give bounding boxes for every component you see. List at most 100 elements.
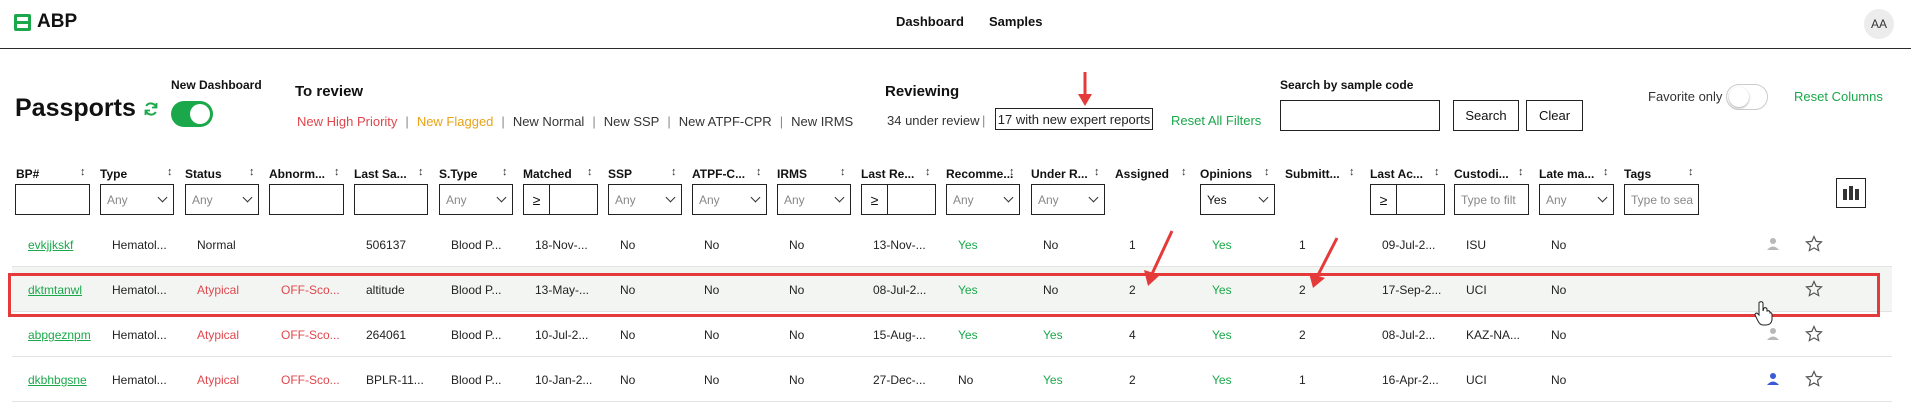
person-icon[interactable]	[1766, 327, 1780, 341]
user-avatar[interactable]: AA	[1864, 9, 1894, 39]
column-header-atpf-cpr[interactable]: ATPF-C...	[692, 167, 745, 181]
review-link-normal[interactable]: New Normal	[513, 114, 585, 129]
filter-atpf-select[interactable]: Any	[692, 184, 767, 215]
sort-icon[interactable]: ↕	[80, 166, 86, 178]
column-header-ssp[interactable]: SSP	[608, 167, 632, 181]
filter-recommend-select[interactable]: Any	[946, 184, 1020, 215]
sort-icon[interactable]: ↕	[167, 166, 173, 178]
column-header-under-review[interactable]: Under R...	[1031, 167, 1088, 181]
ge-operator[interactable]: ≥	[1371, 185, 1397, 214]
filter-status-select[interactable]: Any	[185, 184, 259, 215]
star-icon[interactable]	[1805, 280, 1823, 298]
bp-link[interactable]: evkjjkskf	[28, 238, 73, 252]
refresh-icon[interactable]	[143, 101, 159, 117]
filter-matched-date[interactable]: ≥	[523, 184, 598, 215]
person-icon[interactable]	[1766, 372, 1780, 386]
star-icon[interactable]	[1805, 235, 1823, 253]
review-link-atpf-cpr[interactable]: New ATPF-CPR	[679, 114, 772, 129]
column-header-assigned[interactable]: Assigned	[1115, 167, 1169, 181]
sort-icon[interactable]: ↕	[334, 166, 340, 178]
filter-custodian-input[interactable]: Type to filt	[1454, 184, 1529, 215]
filter-irms-select[interactable]: Any	[777, 184, 851, 215]
filter-type-select[interactable]: Any	[100, 184, 174, 215]
column-header-abnormal[interactable]: Abnorm...	[269, 167, 325, 181]
column-header-opinions[interactable]: Opinions	[1200, 167, 1252, 181]
under-review-link[interactable]: 34 under review	[887, 113, 980, 128]
sort-icon[interactable]: ↕	[1434, 166, 1440, 178]
reset-columns-link[interactable]: Reset Columns	[1794, 89, 1883, 104]
column-header-stype[interactable]: S.Type	[439, 167, 477, 181]
sort-icon[interactable]: ↕	[840, 166, 846, 178]
cell-last-review: 15-Aug-...	[873, 328, 926, 342]
column-header-last-review[interactable]: Last Re...	[861, 167, 914, 181]
filter-tags-input[interactable]: Type to sea	[1624, 184, 1699, 215]
reset-all-filters-link[interactable]: Reset All Filters	[1171, 113, 1261, 128]
column-header-recommend[interactable]: Recomme...	[946, 167, 1013, 181]
sort-icon[interactable]: ↕	[1094, 166, 1100, 178]
column-header-matched[interactable]: Matched	[523, 167, 572, 181]
review-link-ssp[interactable]: New SSP	[604, 114, 660, 129]
expert-reports-link[interactable]: 17 with new expert reports	[995, 108, 1153, 130]
star-icon[interactable]	[1805, 325, 1823, 343]
sort-icon[interactable]: ↕	[1603, 166, 1609, 178]
filter-opinions-select[interactable]: Yes	[1200, 184, 1275, 215]
column-header-last-action[interactable]: Last Ac...	[1370, 167, 1423, 181]
column-header-custodian[interactable]: Custodi...	[1454, 167, 1509, 181]
sort-icon[interactable]: ↕	[925, 166, 931, 178]
favorite-only-toggle[interactable]	[1726, 84, 1768, 110]
sample-code-search-input[interactable]	[1280, 100, 1440, 131]
review-link-flagged[interactable]: New Flagged	[417, 114, 494, 129]
bp-link[interactable]: dkbhbgsne	[28, 373, 87, 387]
sort-icon[interactable]: ↕	[1009, 166, 1015, 178]
column-header-status[interactable]: Status	[185, 167, 222, 181]
person-icon[interactable]	[1766, 237, 1780, 251]
sort-icon[interactable]: ↕	[418, 166, 424, 178]
sort-icon[interactable]: ↕	[1264, 166, 1270, 178]
bp-link[interactable]: abpgeznpm	[28, 328, 91, 342]
table-row[interactable]: abpgeznpm Hematol... Atypical OFF-Sco...…	[12, 312, 1892, 357]
star-icon[interactable]	[1805, 370, 1823, 388]
cell-matched: 18-Nov-...	[535, 238, 588, 252]
sort-icon[interactable]: ↕	[249, 166, 255, 178]
app-logo[interactable]: ABP	[14, 11, 77, 33]
sort-icon[interactable]: ↕	[1518, 166, 1524, 178]
filter-last-sample-input[interactable]	[354, 184, 428, 215]
column-header-tags[interactable]: Tags	[1624, 167, 1651, 181]
sort-icon[interactable]: ↕	[587, 166, 593, 178]
filter-late-select[interactable]: Any	[1539, 184, 1614, 215]
sort-icon[interactable]: ↕	[756, 166, 762, 178]
table-row[interactable]: evkjjkskf Hematol... Normal 506137 Blood…	[12, 222, 1892, 267]
filter-last-review-date[interactable]: ≥	[861, 184, 936, 215]
clear-button[interactable]: Clear	[1526, 100, 1583, 131]
sort-icon[interactable]: ↕	[1181, 166, 1187, 178]
sort-icon[interactable]: ↕	[1349, 166, 1355, 178]
table-row[interactable]: dkbhbgsne Hematol... Atypical OFF-Sco...…	[12, 357, 1892, 402]
filter-bp-input[interactable]	[15, 184, 90, 215]
filter-ssp-select[interactable]: Any	[608, 184, 682, 215]
nav-dashboard[interactable]: Dashboard	[896, 14, 964, 29]
filter-value: Any	[192, 192, 213, 207]
filter-abnormal-input[interactable]	[269, 184, 344, 215]
filter-last-action-date[interactable]: ≥	[1370, 184, 1445, 215]
bp-link[interactable]: dktmtanwl	[28, 283, 82, 297]
table-row[interactable]: dktmtanwl Hematol... Atypical OFF-Sco...…	[12, 267, 1892, 312]
ge-operator[interactable]: ≥	[524, 185, 550, 214]
column-chooser-button[interactable]	[1836, 178, 1866, 208]
nav-samples[interactable]: Samples	[989, 14, 1042, 29]
column-header-irms[interactable]: IRMS	[777, 167, 807, 181]
column-header-submitted[interactable]: Submitt...	[1285, 167, 1340, 181]
filter-under-review-select[interactable]: Any	[1031, 184, 1105, 215]
search-button[interactable]: Search	[1453, 100, 1519, 131]
column-header-bp[interactable]: BP#	[16, 167, 39, 181]
filter-stype-select[interactable]: Any	[439, 184, 513, 215]
sort-icon[interactable]: ↕	[502, 166, 508, 178]
ge-operator[interactable]: ≥	[862, 185, 888, 214]
sort-icon[interactable]: ↕	[1688, 166, 1694, 178]
column-header-type[interactable]: Type	[100, 167, 127, 181]
review-link-irms[interactable]: New IRMS	[791, 114, 853, 129]
column-header-late[interactable]: Late ma...	[1539, 167, 1594, 181]
review-link-high-priority[interactable]: New High Priority	[297, 114, 397, 129]
sort-icon[interactable]: ↕	[671, 166, 677, 178]
column-header-last-sample[interactable]: Last Sa...	[354, 167, 407, 181]
new-dashboard-toggle[interactable]	[171, 101, 213, 127]
